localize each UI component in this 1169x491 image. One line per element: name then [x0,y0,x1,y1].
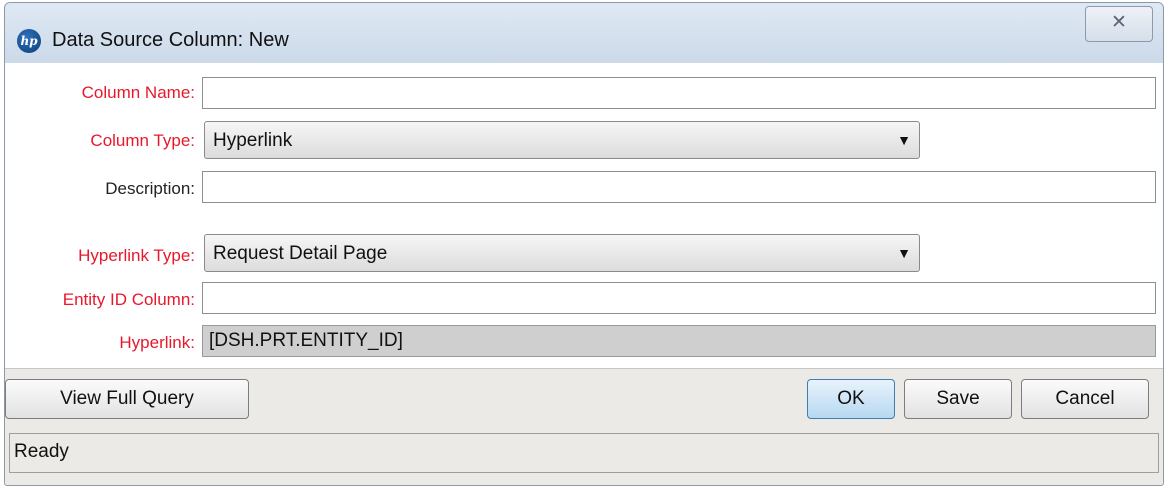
window-title: Data Source Column: New [52,29,289,51]
column-type-label: Column Type: [90,131,195,150]
close-button[interactable]: ✕ [1085,6,1153,42]
hyperlink-type-value: Request Detail Page [213,243,388,264]
hyperlink-type-select[interactable]: Request Detail Page ▼ [204,234,920,272]
ok-button[interactable]: OK [807,379,895,419]
column-type-value: Hyperlink [213,130,293,151]
description-label: Description: [105,179,195,198]
entity-id-column-field[interactable] [202,282,1156,314]
view-full-query-button[interactable]: View Full Query [5,379,249,419]
chevron-down-icon: ▼ [897,132,911,148]
hyperlink-field: [DSH.PRT.ENTITY_ID] [202,325,1156,357]
save-button[interactable]: Save [904,379,1012,419]
hyperlink-label: Hyperlink: [119,333,195,352]
column-name-label: Column Name: [81,83,195,102]
form-panel: Column Name: Column Type: Hyperlink ▼ De… [5,63,1163,368]
close-icon: ✕ [1111,12,1127,33]
entity-id-column-label: Entity ID Column: [62,290,195,309]
cancel-button[interactable]: Cancel [1021,379,1149,419]
title-bar[interactable]: hp Data Source Column: New ✕ [5,3,1163,64]
hp-logo-icon: hp [17,29,41,53]
hyperlink-type-label: Hyperlink Type: [78,246,195,265]
chevron-down-icon: ▼ [897,245,911,261]
button-bar: View Full Query OK Save Cancel [5,368,1163,431]
description-field[interactable] [202,171,1156,203]
dialog-window: hp Data Source Column: New ✕ Column Name… [4,2,1164,486]
column-name-field[interactable] [202,77,1156,109]
status-bar: Ready [9,433,1159,473]
column-type-select[interactable]: Hyperlink ▼ [204,121,920,159]
